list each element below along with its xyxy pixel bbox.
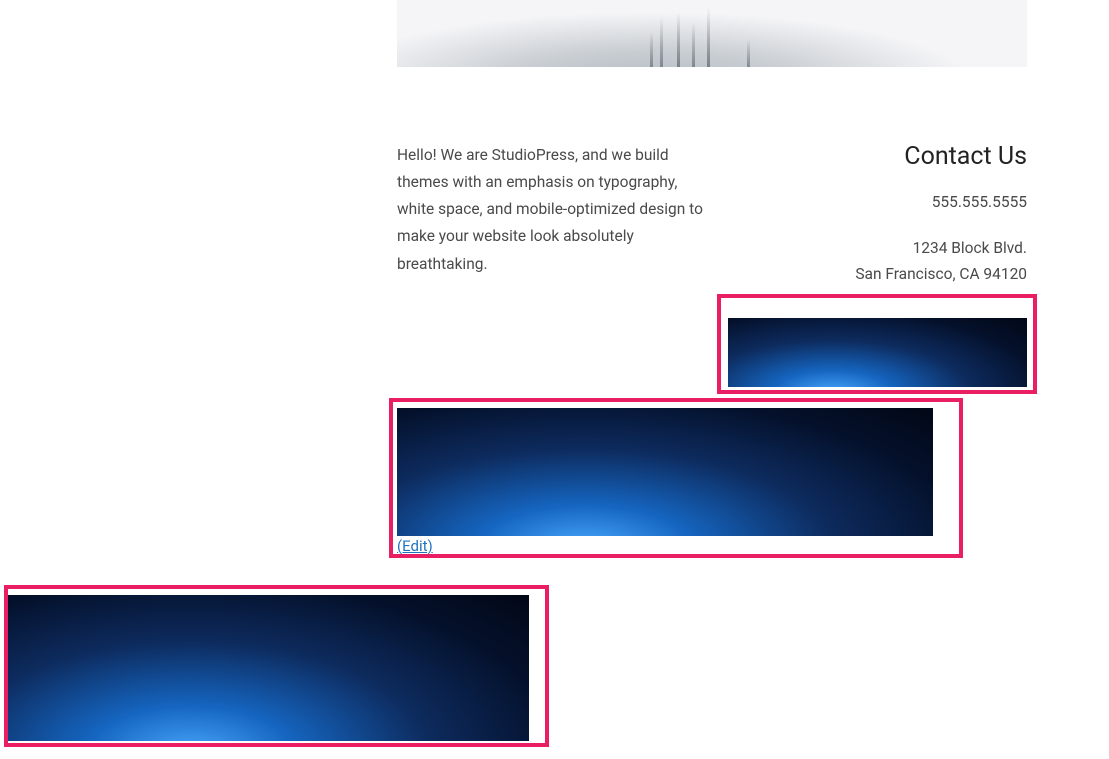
highlight-box-2 [389,398,963,558]
contact-heading: Contact Us [855,142,1027,171]
highlight-box-1 [717,294,1037,394]
address-line-2: San Francisco, CA 94120 [855,261,1027,287]
highlight-box-3 [4,585,549,747]
content-row: Hello! We are StudioPress, and we build … [397,142,1027,288]
contact-phone: 555.555.5555 [855,193,1027,211]
address-line-1: 1234 Block Blvd. [855,235,1027,261]
contact-address: 1234 Block Blvd. San Francisco, CA 94120 [855,235,1027,288]
hero-image [397,0,1027,67]
edit-link[interactable]: (Edit) [397,537,433,555]
contact-block: Contact Us 555.555.5555 1234 Block Blvd.… [855,142,1027,288]
intro-paragraph: Hello! We are StudioPress, and we build … [397,142,707,288]
